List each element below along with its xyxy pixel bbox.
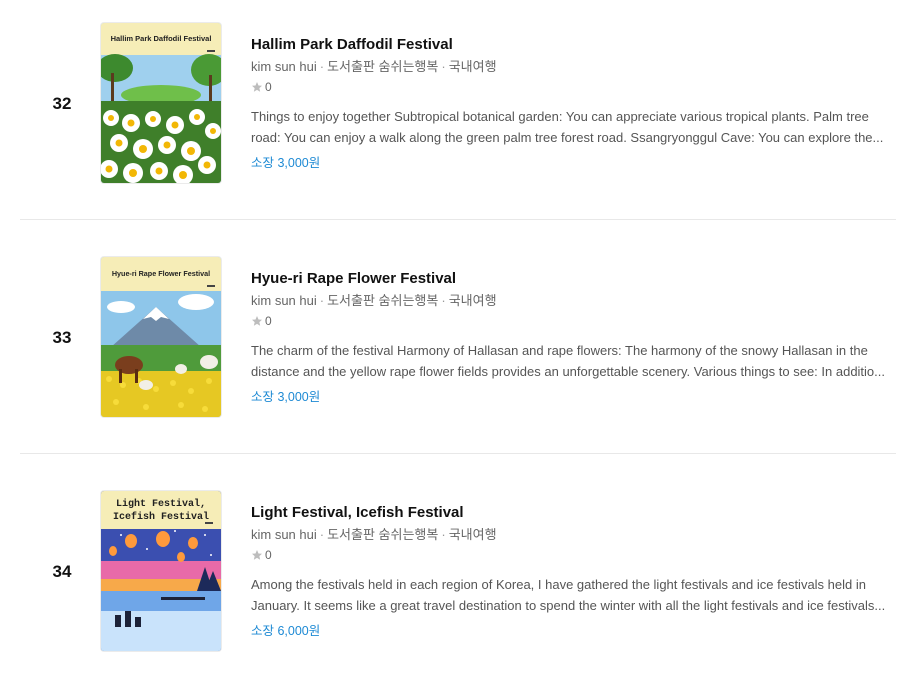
rating: 0 [251,78,896,96]
rating: 0 [251,546,896,564]
description-line: Among the festivals held in each region … [251,577,866,592]
cover-art-daffodil: Hallim Park Daffodil Festival [101,23,221,183]
book-title[interactable]: Hyue-ri Rape Flower Festival [251,269,896,289]
rank-number: 32 [52,94,72,113]
cover-title: Light Festival, [116,498,206,510]
author-link[interactable]: kim sun hui [251,293,317,308]
category-link[interactable]: 국내여행 [449,527,497,542]
star-icon [252,316,262,326]
book-description: Among the festivals held in each region … [251,574,896,616]
book-description: The charm of the festival Harmony of Hal… [251,340,896,382]
star-icon [252,550,262,560]
price-link[interactable]: 소장 6,000원 [251,622,896,640]
description-line: road: You can enjoy a walk along the gre… [251,130,884,145]
book-meta: kim sun hui · 도서출판 숨쉬는행복 · 국내여행 [251,59,497,74]
cover-title: Hallim Park Daffodil Festival [111,34,212,43]
publisher-link[interactable]: 도서출판 숨쉬는행복 [327,293,438,308]
price-link[interactable]: 소장 3,000원 [251,388,896,406]
publisher-link[interactable]: 도서출판 숨쉬는행복 [327,59,438,74]
cover-title: Icefish Festival [113,511,209,523]
book-list: 32 Hallim Park Daffodil Festival Hallim … [0,0,923,682]
book-title[interactable]: Light Festival, Icefish Festival [251,503,896,523]
price-link[interactable]: 소장 3,000원 [251,154,896,172]
rating-count: 0 [265,80,272,94]
rating-count: 0 [265,548,272,562]
book-info: Hyue-ri Rape Flower Festival kim sun hui… [251,269,896,406]
list-item[interactable]: 34 Light Festival, Icefish Festival Ligh… [20,454,896,682]
author-link[interactable]: kim sun hui [251,527,317,542]
book-meta: kim sun hui · 도서출판 숨쉬는행복 · 국내여행 [251,293,497,308]
rating: 0 [251,312,896,330]
category-link[interactable]: 국내여행 [449,293,497,308]
rating-count: 0 [265,314,272,328]
rank-number: 34 [52,562,72,581]
book-cover[interactable]: Hallim Park Daffodil Festival [101,23,221,183]
book-info: Light Festival, Icefish Festival kim sun… [251,503,896,640]
rank-number: 33 [52,328,72,347]
list-item[interactable]: 33 Hyue-ri Rape Flower Festival Hyue-ri … [20,220,896,454]
book-cover[interactable]: Light Festival, Icefish Festival [101,491,221,651]
book-title[interactable]: Hallim Park Daffodil Festival [251,35,896,55]
description-line: January. It seems like a great travel de… [251,598,886,613]
book-info: Hallim Park Daffodil Festival kim sun hu… [251,35,896,172]
description-line: Things to enjoy together Subtropical bot… [251,109,869,124]
category-link[interactable]: 국내여행 [449,59,497,74]
publisher-link[interactable]: 도서출판 숨쉬는행복 [327,527,438,542]
cover-title: Hyue-ri Rape Flower Festival [112,269,210,278]
star-icon [252,82,262,92]
book-cover[interactable]: Hyue-ri Rape Flower Festival [101,257,221,417]
cover-art-light-festival: Light Festival, Icefish Festival [101,491,221,651]
cover-art-rape-flower: Hyue-ri Rape Flower Festival [101,257,221,417]
description-line: distance and the yellow rape flower fiel… [251,364,885,379]
author-link[interactable]: kim sun hui [251,59,317,74]
list-item[interactable]: 32 Hallim Park Daffodil Festival Hallim … [20,0,896,234]
book-description: Things to enjoy together Subtropical bot… [251,106,896,148]
description-line: The charm of the festival Harmony of Hal… [251,343,868,358]
book-meta: kim sun hui · 도서출판 숨쉬는행복 · 국내여행 [251,527,497,542]
